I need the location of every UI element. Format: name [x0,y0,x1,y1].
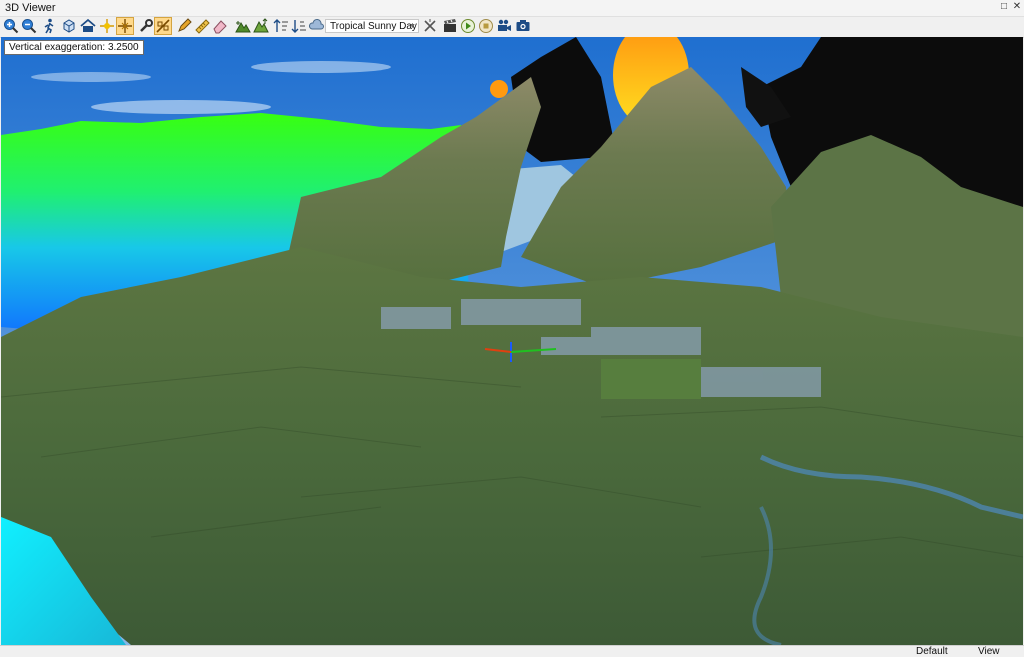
close-button[interactable]: ✕ [1011,1,1023,13]
clapper-icon[interactable] [442,18,458,34]
zoom-in-icon[interactable] [3,18,19,34]
vertical-exaggeration-label: Vertical exaggeration: 3.2500 [4,40,144,55]
window-title: 3D Viewer [5,2,56,14]
zoom-out-icon[interactable] [21,18,37,34]
wrench-icon[interactable] [138,18,154,34]
sort-down-icon[interactable] [291,18,307,34]
chevron-down-icon: ▼ [409,23,416,30]
walk-icon[interactable] [41,18,57,34]
terrain-scene[interactable] [1,37,1023,645]
sort-up-icon[interactable] [273,18,289,34]
pencil-icon[interactable] [176,18,192,34]
status-default: Default [916,646,948,657]
status-bar: Default View [0,645,1024,657]
sky-preset-value: Tropical Sunny Day [330,21,417,32]
clear-icon[interactable] [422,18,438,34]
ruler-icon[interactable] [194,18,210,34]
terrain-alt-icon[interactable] [253,18,269,34]
stop-icon[interactable] [478,18,494,34]
camera-icon[interactable] [515,18,531,34]
video-camera-icon[interactable] [496,18,512,34]
title-bar: 3D Viewer □ ✕ [0,0,1024,17]
cube-view-icon[interactable] [61,18,77,34]
eraser-icon[interactable] [212,18,228,34]
sun-icon[interactable] [99,18,115,34]
toolbar: Tropical Sunny Day ▼ [0,17,1024,38]
crosshair-icon[interactable] [116,17,134,35]
play-icon[interactable] [460,18,476,34]
home-icon[interactable] [80,18,96,34]
pan-icon[interactable] [154,17,172,35]
terrain-icon[interactable] [235,18,251,34]
sky-preset-select[interactable]: Tropical Sunny Day ▼ [325,19,419,33]
weather-icon[interactable] [309,18,325,34]
restore-button[interactable]: □ [998,1,1010,13]
status-view: View [978,646,1000,657]
3d-viewport[interactable]: Vertical exaggeration: 3.2500 [1,37,1023,645]
